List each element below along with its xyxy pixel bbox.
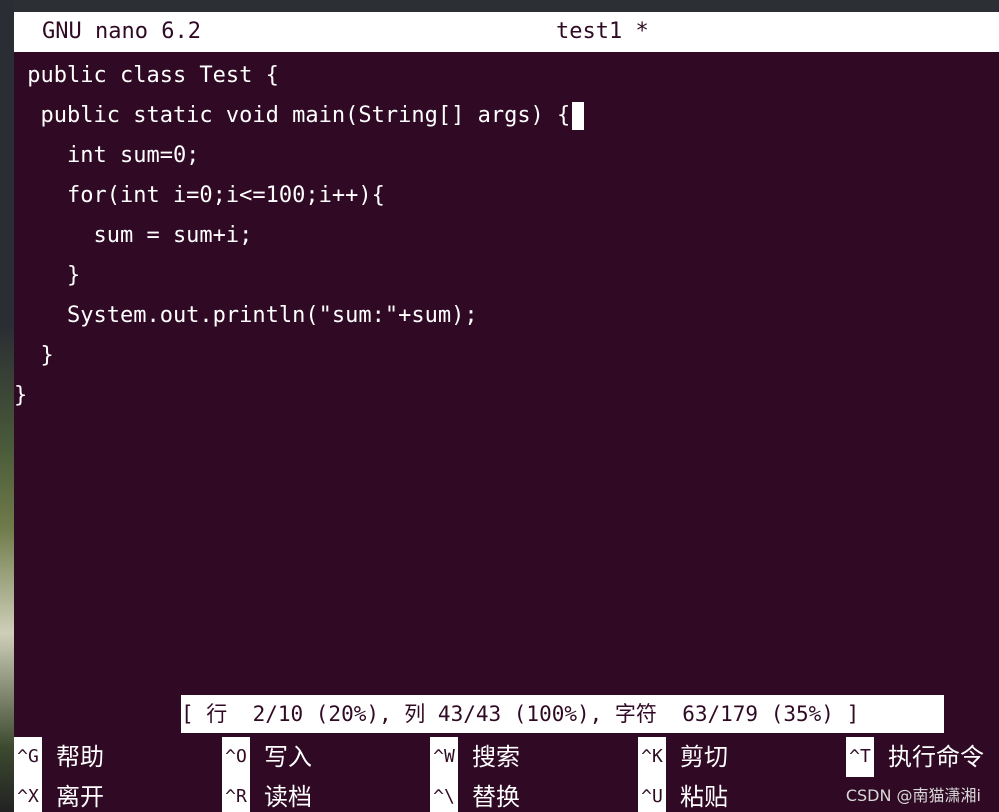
shortcut-help[interactable]: ^G 帮助 (14, 737, 104, 777)
code-line[interactable]: public class Test { (14, 56, 999, 96)
shortcut-label: 写入 (264, 743, 312, 771)
desktop-wallpaper (0, 0, 14, 812)
shortcut-key: ^O (222, 737, 250, 777)
shortcut-key: ^U (638, 777, 666, 812)
shortcut-key: ^K (638, 737, 666, 777)
shortcut-key: ^X (14, 777, 42, 812)
shortcut-key: ^T (846, 737, 874, 777)
shortcut-read-file[interactable]: ^R 读档 (222, 777, 312, 812)
file-name: test1 * (556, 19, 649, 44)
nano-version: GNU nano 6.2 (42, 19, 201, 44)
code-line[interactable]: } (14, 336, 999, 376)
shortcut-key: ^G (14, 737, 42, 777)
csdn-watermark: CSDN @南猫潇湘i (845, 786, 981, 805)
text-cursor (572, 102, 585, 130)
shortcut-cut[interactable]: ^K 剪切 (638, 737, 728, 777)
shortcut-paste[interactable]: ^U 粘贴 (638, 777, 728, 812)
code-line[interactable]: } (14, 256, 999, 296)
cursor-position-status: [ 行 2/10 (20%), 列 43/43 (100%), 字符 63/17… (181, 695, 944, 733)
shortcut-replace[interactable]: ^\ 替换 (430, 777, 520, 812)
terminal-window[interactable]: GNU nano 6.2 test1 * public class Test {… (14, 12, 999, 812)
desktop-top-strip (0, 0, 999, 12)
shortcut-write-out[interactable]: ^O 写入 (222, 737, 312, 777)
editor-area[interactable]: public class Test { public static void m… (14, 56, 999, 416)
shortcut-key: ^W (430, 737, 458, 777)
shortcut-search[interactable]: ^W 搜索 (430, 737, 520, 777)
shortcut-label: 读档 (264, 783, 312, 811)
code-line[interactable]: sum = sum+i; (14, 216, 999, 256)
shortcut-label: 剪切 (680, 743, 728, 771)
shortcut-execute[interactable]: ^T 执行命令 (846, 737, 984, 777)
shortcut-label: 粘贴 (680, 783, 728, 811)
nano-title-bar: GNU nano 6.2 test1 * (14, 12, 999, 52)
shortcut-label: 替换 (472, 783, 520, 811)
shortcut-label: 帮助 (56, 743, 104, 771)
shortcut-key: ^R (222, 777, 250, 812)
shortcut-label: 执行命令 (888, 743, 984, 771)
code-line[interactable]: for(int i=0;i<=100;i++){ (14, 176, 999, 216)
code-line[interactable]: System.out.println("sum:"+sum); (14, 296, 999, 336)
shortcut-label: 离开 (56, 783, 104, 811)
code-line[interactable]: int sum=0; (14, 136, 999, 176)
shortcut-label: 搜索 (472, 743, 520, 771)
shortcut-key: ^\ (430, 777, 458, 812)
code-line[interactable]: } (14, 376, 999, 416)
code-line[interactable]: public static void main(String[] args) { (14, 96, 999, 136)
shortcut-exit[interactable]: ^X 离开 (14, 777, 104, 812)
